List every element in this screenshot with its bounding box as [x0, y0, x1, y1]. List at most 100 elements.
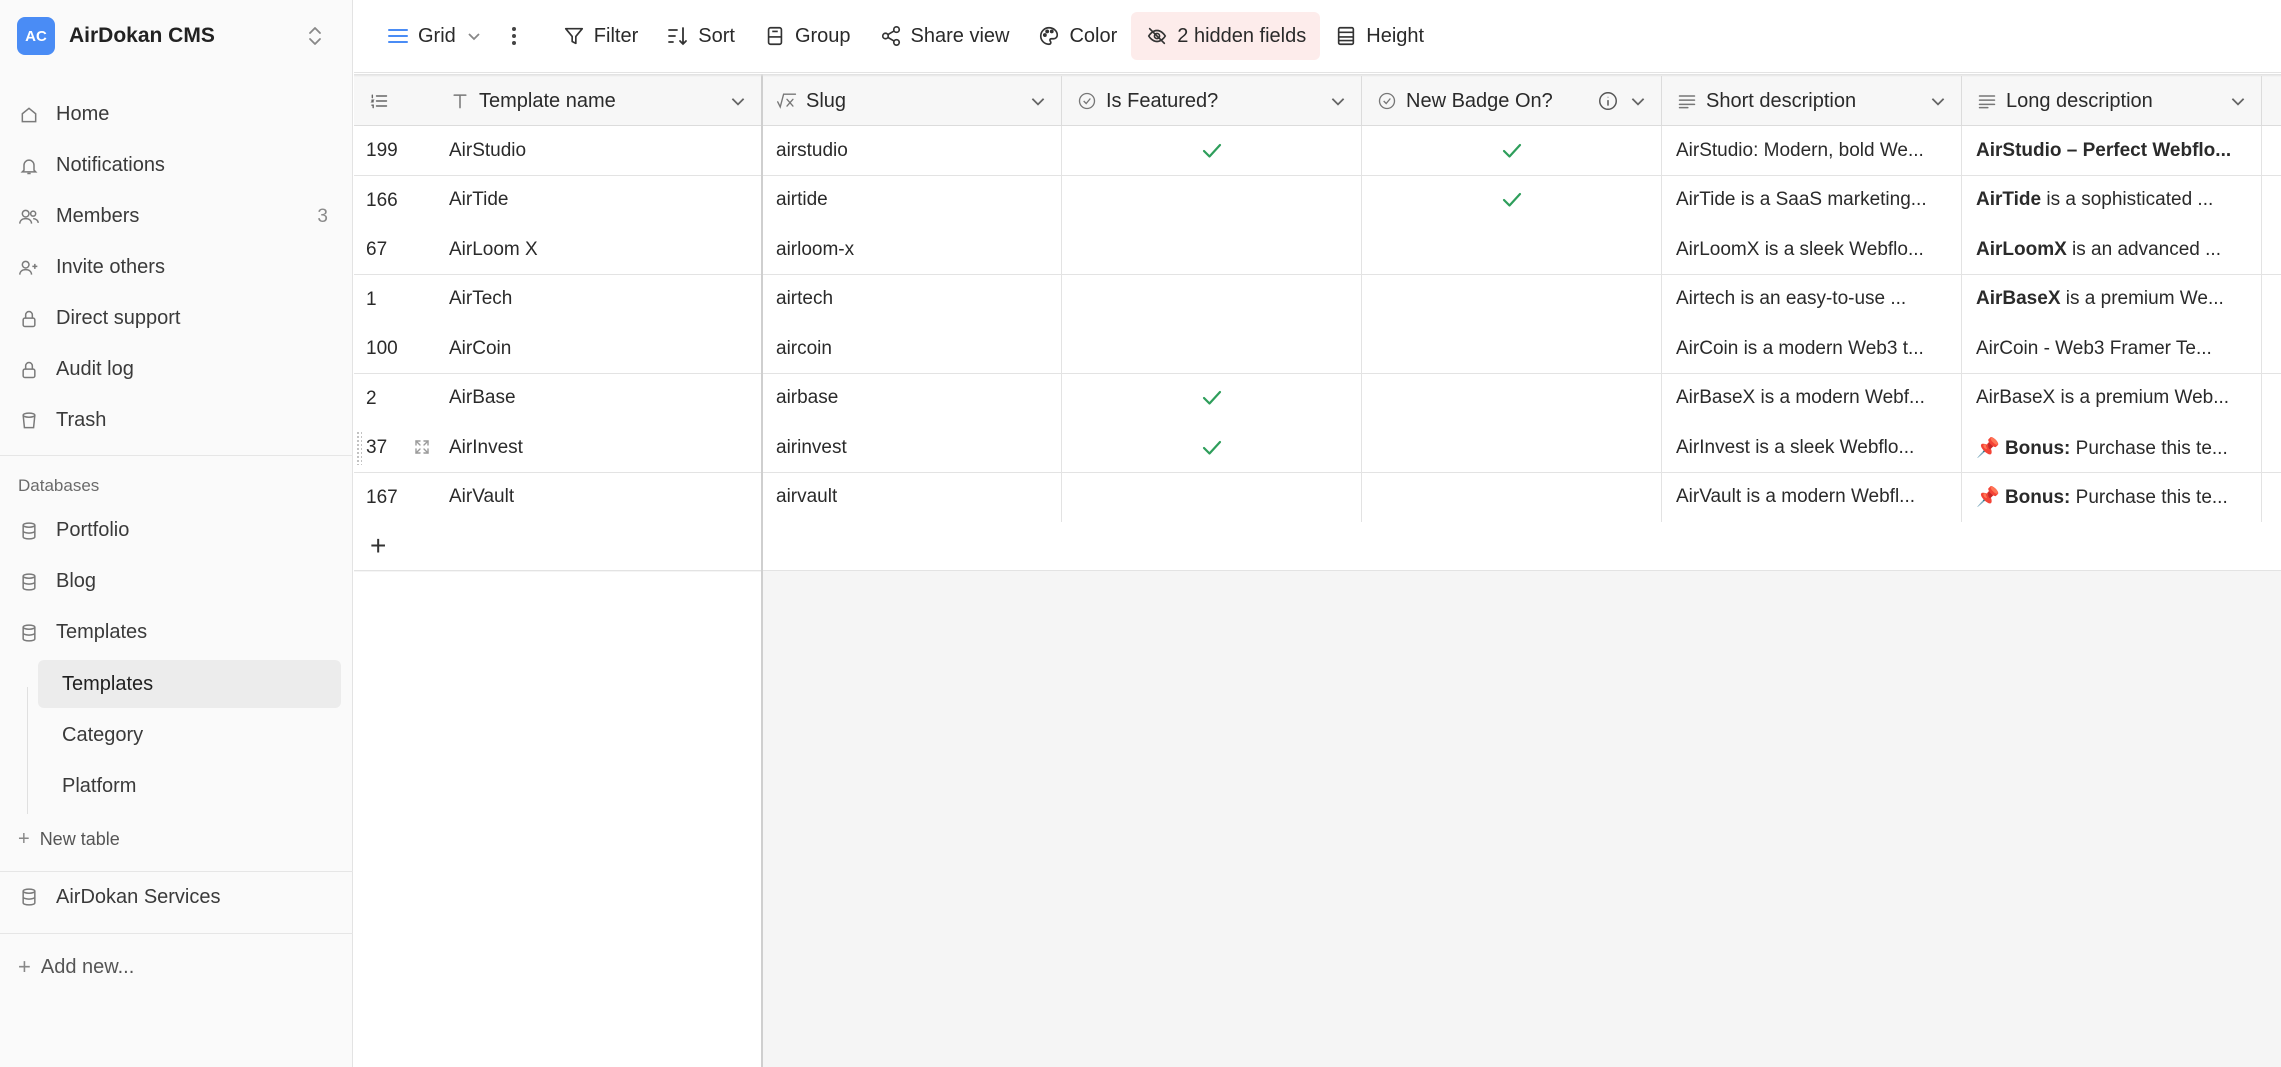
- row-number-cell[interactable]: 2: [354, 374, 435, 423]
- template-name-cell[interactable]: AirLoom X: [435, 225, 762, 274]
- group-button[interactable]: Group: [749, 12, 865, 60]
- table-row[interactable]: 2 AirBase airbase AirBaseX is a modern Webf…: [354, 373, 2281, 424]
- long-description-cell[interactable]: AirLoomX is an advanced ...: [1962, 225, 2262, 274]
- row-number-cell[interactable]: 37: [354, 423, 435, 472]
- short-description-cell[interactable]: AirCoin is a modern Web3 t...: [1662, 324, 1962, 373]
- sidebar-item-invite[interactable]: Invite others: [0, 242, 353, 293]
- table-row[interactable]: 1 AirTech airtech Airtech is an easy-to-use…: [354, 274, 2281, 325]
- long-description-cell[interactable]: 📌 Bonus: Purchase this te...: [1962, 423, 2262, 472]
- slug-cell[interactable]: airtide: [762, 175, 1062, 225]
- table-row[interactable]: 37 AirInvest airinvest AirInvest is a sleek…: [354, 423, 2281, 473]
- new-badge-cell[interactable]: [1362, 324, 1662, 373]
- short-description-cell[interactable]: Airtech is an easy-to-use ...: [1662, 274, 1962, 324]
- short-description-cell[interactable]: AirStudio: Modern, bold We...: [1662, 126, 1962, 175]
- new-badge-cell[interactable]: [1362, 472, 1662, 522]
- row-number-cell[interactable]: 67: [354, 225, 435, 274]
- slug-cell[interactable]: airstudio: [762, 126, 1062, 175]
- template-name-cell[interactable]: AirStudio: [435, 126, 762, 175]
- next-column-cell[interactable]: [2262, 225, 2281, 274]
- row-number-cell[interactable]: 167: [354, 473, 435, 522]
- sidebar-item-services[interactable]: AirDokan Services: [0, 872, 353, 922]
- template-name-cell[interactable]: AirCoin: [435, 324, 762, 373]
- slug-cell[interactable]: airtech: [762, 274, 1062, 324]
- template-name-cell[interactable]: AirVault: [435, 472, 762, 522]
- add-row-button[interactable]: +: [354, 522, 762, 571]
- table-row[interactable]: 167 AirVault airvault AirVault is a modern …: [354, 472, 2281, 523]
- table-item-templates[interactable]: Templates: [38, 660, 341, 708]
- column-header-slug[interactable]: Slug: [762, 76, 1062, 126]
- column-header-short-description[interactable]: Short description: [1662, 76, 1962, 126]
- row-number-cell[interactable]: 166: [354, 176, 435, 225]
- long-description-cell[interactable]: AirBaseX is a premium Web...: [1962, 373, 2262, 423]
- table-item-platform[interactable]: Platform: [38, 762, 341, 810]
- sidebar-item-trash[interactable]: Trash: [0, 395, 353, 446]
- next-column-cell[interactable]: [2262, 126, 2281, 175]
- template-name-cell[interactable]: AirTide: [435, 175, 762, 225]
- new-badge-cell[interactable]: [1362, 175, 1662, 225]
- slug-cell[interactable]: airloom-x: [762, 225, 1062, 274]
- next-column-cell[interactable]: [2262, 473, 2281, 522]
- slug-cell[interactable]: airvault: [762, 472, 1062, 522]
- template-name-cell[interactable]: AirTech: [435, 274, 762, 324]
- short-description-cell[interactable]: AirVault is a modern Webfl...: [1662, 472, 1962, 522]
- new-table-button[interactable]: + New table: [18, 828, 120, 851]
- hidden-fields-button[interactable]: 2 hidden fields: [1131, 12, 1321, 60]
- long-description-cell[interactable]: AirBaseX is a premium We...: [1962, 274, 2262, 324]
- column-header-next[interactable]: [2262, 76, 2281, 126]
- is-featured-cell[interactable]: [1062, 126, 1362, 175]
- is-featured-cell[interactable]: [1062, 472, 1362, 522]
- row-number-cell[interactable]: 100: [354, 324, 435, 373]
- next-column-cell[interactable]: [2262, 176, 2281, 225]
- sidebar-item-home[interactable]: Home: [0, 89, 353, 140]
- is-featured-cell[interactable]: [1062, 225, 1362, 274]
- color-button[interactable]: Color: [1023, 12, 1131, 60]
- add-new-button[interactable]: + Add new...: [18, 954, 134, 980]
- table-item-category[interactable]: Category: [38, 711, 341, 759]
- column-header-new-badge[interactable]: New Badge On?: [1362, 76, 1662, 126]
- sidebar-item-audit-log[interactable]: Audit log: [0, 344, 353, 395]
- slug-cell[interactable]: airinvest: [762, 423, 1062, 472]
- slug-cell[interactable]: airbase: [762, 373, 1062, 423]
- more-options-icon[interactable]: [496, 12, 532, 60]
- row-number-cell[interactable]: 199: [354, 126, 435, 175]
- drag-handle-icon[interactable]: [356, 431, 362, 465]
- is-featured-cell[interactable]: [1062, 423, 1362, 472]
- sort-button[interactable]: Sort: [652, 12, 749, 60]
- new-badge-cell[interactable]: [1362, 373, 1662, 423]
- next-column-cell[interactable]: [2262, 275, 2281, 324]
- long-description-cell[interactable]: AirStudio – Perfect Webflo...: [1962, 126, 2262, 175]
- view-switcher-button[interactable]: Grid: [372, 12, 496, 60]
- slug-cell[interactable]: aircoin: [762, 324, 1062, 373]
- next-column-cell[interactable]: [2262, 423, 2281, 472]
- is-featured-cell[interactable]: [1062, 274, 1362, 324]
- row-height-button[interactable]: Height: [1320, 12, 1438, 60]
- column-header-is-featured[interactable]: Is Featured?: [1062, 76, 1362, 126]
- sidebar-item-blog[interactable]: Blog: [0, 556, 353, 607]
- sidebar-item-portfolio[interactable]: Portfolio: [0, 505, 353, 556]
- short-description-cell[interactable]: AirTide is a SaaS marketing...: [1662, 175, 1962, 225]
- long-description-cell[interactable]: AirCoin - Web3 Framer Te...: [1962, 324, 2262, 373]
- next-column-cell[interactable]: [2262, 374, 2281, 423]
- row-number-header-icon[interactable]: [354, 76, 404, 126]
- short-description-cell[interactable]: AirInvest is a sleek Webflo...: [1662, 423, 1962, 472]
- template-name-cell[interactable]: AirBase: [435, 373, 762, 423]
- table-row[interactable]: 166 AirTide airtide AirTide is a SaaS marke…: [354, 175, 2281, 226]
- sidebar-item-notifications[interactable]: Notifications: [0, 140, 353, 191]
- row-number-cell[interactable]: 1: [354, 275, 435, 324]
- sidebar-item-members[interactable]: Members 3: [0, 191, 353, 242]
- share-view-button[interactable]: Share view: [865, 12, 1024, 60]
- template-name-cell[interactable]: AirInvest: [435, 423, 762, 472]
- next-column-cell[interactable]: [2262, 324, 2281, 373]
- long-description-cell[interactable]: 📌 Bonus: Purchase this te...: [1962, 472, 2262, 522]
- workspace-switcher[interactable]: AC AirDokan CMS: [0, 0, 353, 72]
- is-featured-cell[interactable]: [1062, 324, 1362, 373]
- filter-button[interactable]: Filter: [548, 12, 652, 60]
- column-header-template-name[interactable]: Template name: [435, 76, 762, 126]
- column-header-long-description[interactable]: Long description: [1962, 76, 2262, 126]
- short-description-cell[interactable]: AirBaseX is a modern Webf...: [1662, 373, 1962, 423]
- sidebar-item-support[interactable]: Direct support: [0, 293, 353, 344]
- new-badge-cell[interactable]: [1362, 423, 1662, 472]
- is-featured-cell[interactable]: [1062, 175, 1362, 225]
- new-badge-cell[interactable]: [1362, 126, 1662, 175]
- new-badge-cell[interactable]: [1362, 274, 1662, 324]
